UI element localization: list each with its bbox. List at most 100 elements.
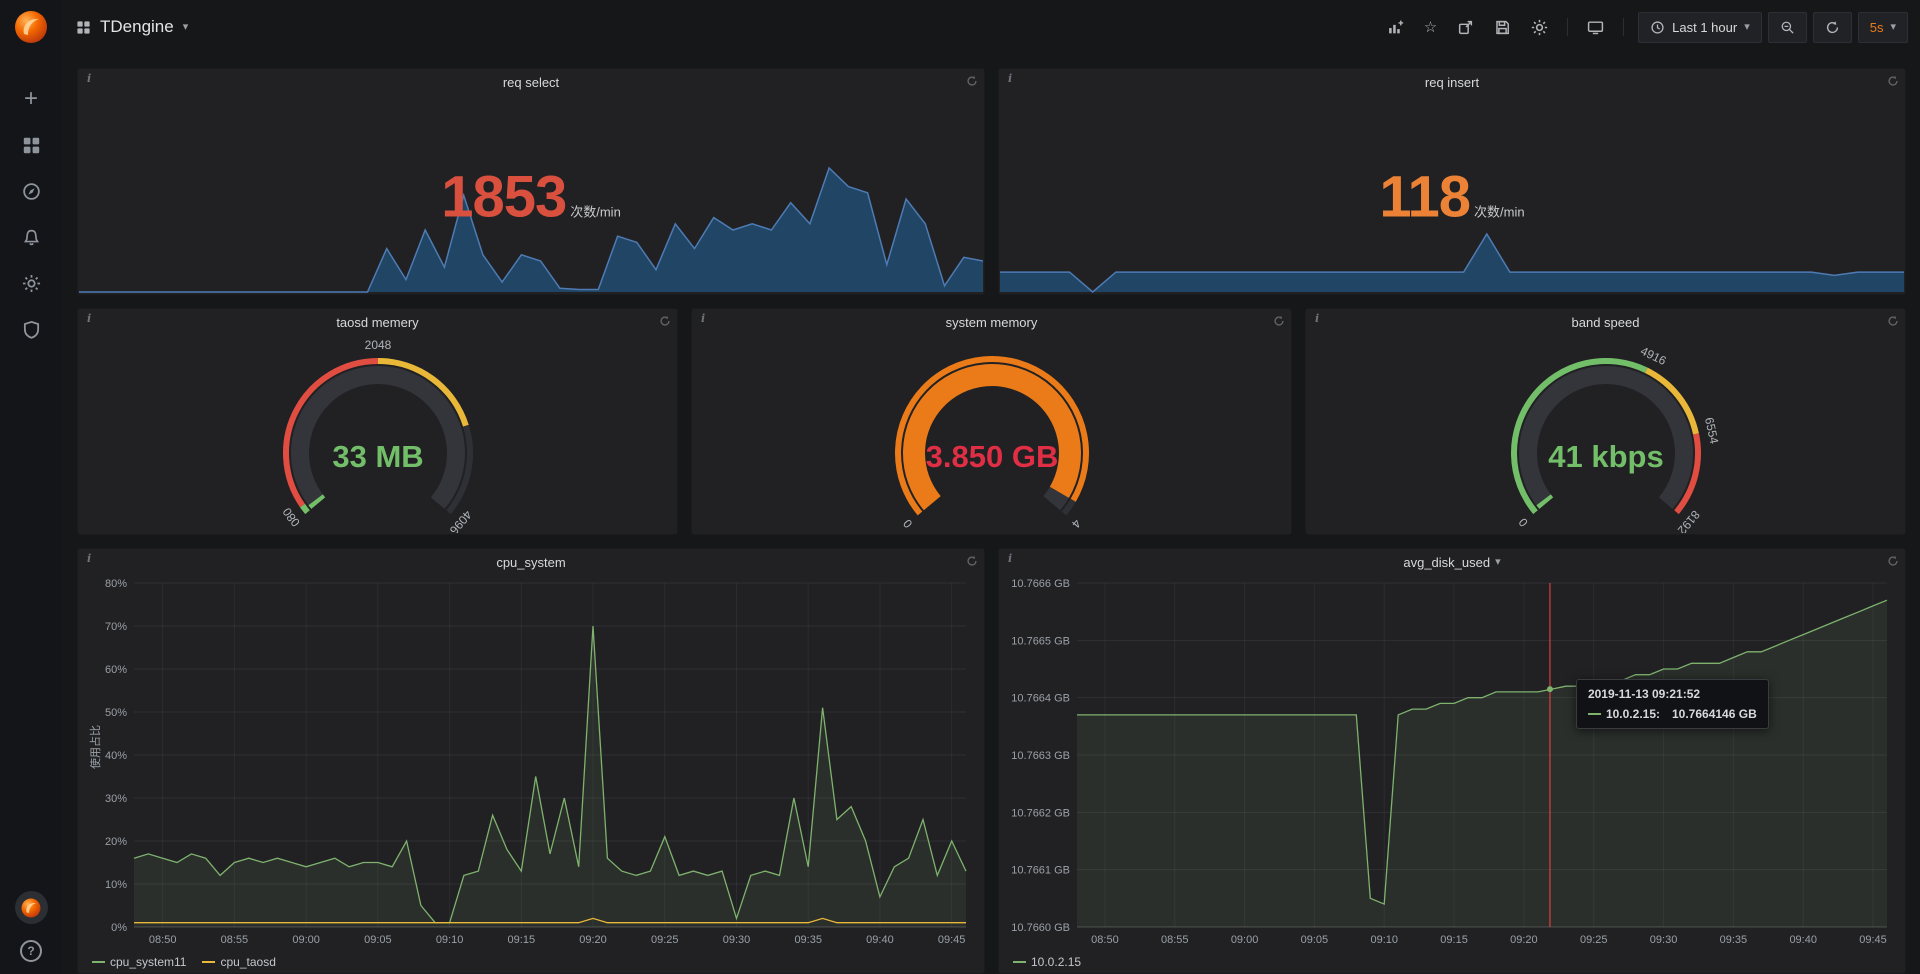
panel-title[interactable]: req insert	[1425, 75, 1479, 90]
sidebar-item-explore[interactable]	[0, 168, 62, 214]
grafana-logo-icon[interactable]	[12, 8, 50, 46]
panel-info-icon[interactable]: i	[1311, 310, 1323, 327]
disk-graph-area[interactable]: 10.7660 GB10.7661 GB10.7662 GB10.7663 GB…	[1005, 575, 1897, 947]
svg-text:09:20: 09:20	[579, 934, 607, 946]
help-button[interactable]: ?	[20, 940, 42, 962]
system-memory-gauge: 0 4 3.850 GB	[692, 335, 1291, 534]
clock-icon	[1650, 20, 1665, 35]
panel-title[interactable]: cpu_system	[496, 555, 565, 570]
panel-info-icon[interactable]: i	[83, 310, 95, 327]
chevron-down-icon: ▾	[1890, 22, 1896, 33]
svg-text:0%: 0%	[111, 922, 127, 934]
refresh-interval-label: 5s	[1870, 20, 1884, 35]
svg-text:10.7666 GB: 10.7666 GB	[1011, 578, 1070, 590]
svg-text:08:50: 08:50	[149, 934, 177, 946]
svg-text:09:20: 09:20	[1510, 934, 1538, 946]
legend-item-cpu-system11[interactable]: cpu_system11	[92, 955, 186, 969]
star-button[interactable]: ☆	[1415, 14, 1446, 41]
sidebar-item-configuration[interactable]	[0, 260, 62, 306]
panel-title[interactable]: system memory	[946, 315, 1038, 330]
sidebar-item-dashboards[interactable]	[0, 122, 62, 168]
panel-menu-caret-icon[interactable]: ▾	[1495, 557, 1501, 568]
panel-title[interactable]: band speed	[1572, 315, 1640, 330]
divider	[1623, 18, 1624, 36]
panel-sync-icon	[966, 74, 978, 92]
panel-info-icon[interactable]: i	[83, 70, 95, 87]
gear-icon	[22, 274, 41, 293]
svg-text:09:25: 09:25	[1580, 934, 1608, 946]
refresh-button[interactable]	[1813, 12, 1852, 43]
refresh-interval-button[interactable]: 5s ▾	[1858, 12, 1908, 43]
question-icon: ?	[27, 944, 34, 958]
sidebar-item-create[interactable]: +	[0, 76, 62, 122]
share-button[interactable]	[1448, 13, 1483, 42]
svg-text:10.7662 GB: 10.7662 GB	[1011, 807, 1070, 819]
svg-text:80%: 80%	[105, 578, 127, 590]
svg-text:20%: 20%	[105, 836, 127, 848]
svg-text:50%: 50%	[105, 707, 127, 719]
add-panel-button[interactable]	[1378, 13, 1413, 42]
dashboard-title: TDengine	[100, 17, 174, 37]
dashboard-settings-button[interactable]	[1522, 13, 1557, 42]
panel-title[interactable]: avg_disk_used	[1403, 555, 1490, 570]
legend-color-swatch	[202, 961, 215, 963]
share-icon	[1457, 19, 1474, 36]
panel-band-speed: i band speed 049166554819241 kbps	[1305, 308, 1906, 535]
graph-tooltip: 2019-11-13 09:21:52 10.0.2.15: 10.766414…	[1576, 679, 1769, 729]
plus-icon: +	[24, 87, 38, 111]
tooltip-series-value: 10.7664146 GB	[1672, 707, 1757, 721]
svg-text:09:00: 09:00	[292, 934, 320, 946]
panel-info-icon[interactable]: i	[1004, 70, 1016, 87]
svg-text:09:30: 09:30	[723, 934, 751, 946]
add-panel-icon	[1387, 19, 1404, 36]
panel-title[interactable]: taosd memery	[336, 315, 418, 330]
svg-text:3.850 GB: 3.850 GB	[925, 439, 1058, 474]
svg-text:09:45: 09:45	[1859, 934, 1887, 946]
cpu-graph[interactable]: 0%10%20%30%40%50%60%70%80%08:5008:5509:0…	[84, 575, 976, 947]
legend-item-cpu-taosd[interactable]: cpu_taosd	[202, 955, 275, 969]
top-navbar: TDengine ▾ ☆	[62, 0, 1920, 54]
dashboard-grid-icon	[76, 20, 91, 35]
time-range-button[interactable]: Last 1 hour ▾	[1638, 12, 1762, 43]
legend-item-host[interactable]: 10.0.2.15	[1013, 955, 1081, 969]
svg-text:4: 4	[1068, 516, 1083, 530]
svg-text:09:40: 09:40	[866, 934, 894, 946]
panel-sync-icon	[1887, 554, 1899, 572]
svg-text:08:50: 08:50	[1091, 934, 1119, 946]
svg-text:09:05: 09:05	[364, 934, 392, 946]
svg-text:09:35: 09:35	[794, 934, 822, 946]
svg-text:10.7664 GB: 10.7664 GB	[1011, 693, 1070, 705]
svg-text:30%: 30%	[105, 793, 127, 805]
tv-mode-button[interactable]	[1578, 13, 1613, 42]
cpu-graph-area[interactable]: 使用占比 0%10%20%30%40%50%60%70%80%08:5008:5…	[84, 575, 976, 947]
panel-info-icon[interactable]: i	[1004, 550, 1016, 567]
panel-title[interactable]: req select	[503, 75, 559, 90]
panel-cpu-system: i cpu_system 使用占比 0%10%20%30%40%50%60%70…	[77, 548, 985, 974]
svg-text:09:00: 09:00	[1231, 934, 1259, 946]
panel-info-icon[interactable]: i	[83, 550, 95, 567]
svg-text:09:45: 09:45	[938, 934, 966, 946]
svg-text:10%: 10%	[105, 879, 127, 891]
save-button[interactable]	[1485, 13, 1520, 42]
panel-info-icon[interactable]: i	[697, 310, 709, 327]
svg-text:10.7661 GB: 10.7661 GB	[1011, 865, 1070, 877]
dashboard-title-button[interactable]: TDengine ▾	[76, 17, 188, 37]
sidebar-item-alerting[interactable]	[0, 214, 62, 260]
time-range-label: Last 1 hour	[1672, 20, 1737, 35]
panel-sync-icon	[1887, 74, 1899, 92]
disk-legend: 10.0.2.15	[1013, 955, 1081, 969]
sidebar-bottom: ?	[15, 891, 48, 974]
sidebar-item-server-admin[interactable]	[0, 306, 62, 352]
cpu-legend: cpu_system11 cpu_taosd	[92, 955, 276, 969]
zoom-out-button[interactable]	[1768, 12, 1807, 43]
dashboards-grid-icon	[22, 136, 41, 155]
svg-text:09:10: 09:10	[1370, 934, 1398, 946]
disk-graph[interactable]: 10.7660 GB10.7661 GB10.7662 GB10.7663 GB…	[1005, 575, 1897, 947]
cpu-y-axis-title: 使用占比	[87, 717, 103, 777]
svg-text:0: 0	[900, 516, 915, 530]
refresh-icon	[1825, 20, 1840, 35]
user-avatar[interactable]	[15, 891, 48, 924]
svg-text:70%: 70%	[105, 621, 127, 633]
panel-req-select: i req select 1853次数/min	[77, 68, 985, 295]
gear-icon	[1531, 19, 1548, 36]
